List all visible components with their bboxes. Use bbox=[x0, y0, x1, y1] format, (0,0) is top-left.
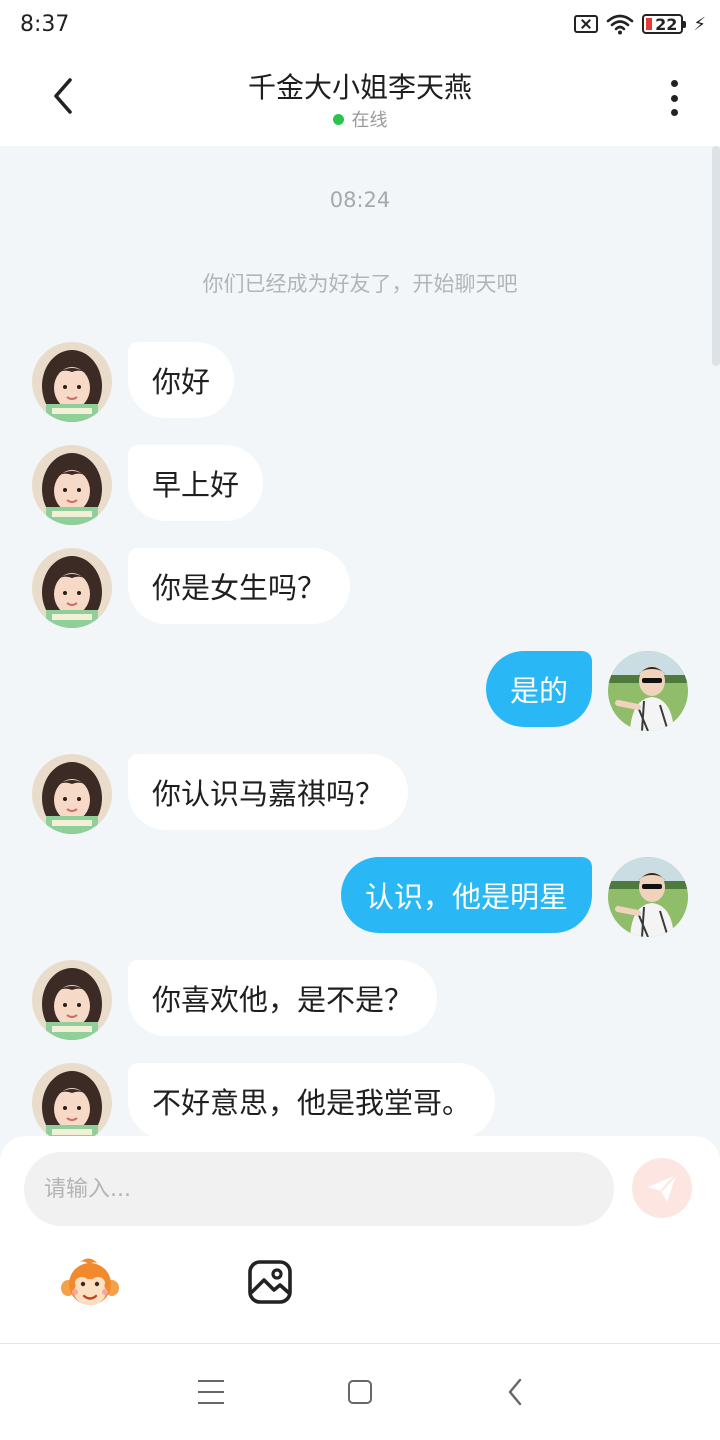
back-icon[interactable] bbox=[500, 1376, 530, 1408]
online-status: 在线 bbox=[0, 106, 720, 132]
chat-header: 千金大小姐李天燕 在线 bbox=[0, 50, 720, 146]
more-dot-icon bbox=[670, 94, 678, 102]
message-timestamp: 08:24 bbox=[329, 188, 391, 212]
message-bubble[interactable]: 认识，他是明星 bbox=[340, 857, 592, 933]
message-bubble[interactable]: 是的 bbox=[485, 651, 592, 727]
menu-line bbox=[198, 1391, 224, 1393]
contact-avatar[interactable] bbox=[32, 754, 112, 834]
monkey-emoji-icon bbox=[61, 1258, 119, 1305]
scrollbar[interactable] bbox=[712, 146, 720, 366]
status-time: 8:37 bbox=[20, 12, 70, 37]
battery-low-fill bbox=[646, 18, 653, 30]
message-input[interactable] bbox=[24, 1152, 614, 1226]
message-row-incoming: 你认识马嘉祺吗？ bbox=[0, 754, 720, 834]
nav-back-chevron-icon bbox=[508, 1378, 522, 1406]
message-row-incoming: 不好意思，他是我堂哥。 bbox=[0, 1063, 720, 1136]
status-bar: 8:37 22 ⚡ bbox=[0, 0, 720, 50]
message-row-incoming: 你好 bbox=[0, 342, 720, 422]
message-row-incoming: 早上好 bbox=[0, 445, 720, 525]
more-dot-icon bbox=[670, 80, 678, 87]
message-row-outgoing: 认识，他是明星 bbox=[0, 857, 720, 937]
emoji-button[interactable] bbox=[60, 1256, 120, 1312]
chat-history[interactable]: 08:24 你们已经成为好友了，开始聊天吧 你好 早上好 你是女生吗？ 是的 你… bbox=[0, 146, 720, 1136]
message-bubble[interactable]: 你喜欢他，是不是？ bbox=[128, 960, 438, 1036]
menu-line bbox=[198, 1402, 224, 1404]
online-status-text: 在线 bbox=[351, 110, 388, 131]
image-icon bbox=[248, 1260, 292, 1304]
message-bubble[interactable]: 你是女生吗？ bbox=[128, 548, 351, 624]
message-bubble[interactable]: 你认识马嘉祺吗？ bbox=[128, 754, 409, 830]
menu-icon[interactable] bbox=[198, 1380, 224, 1404]
message-row-incoming: 你是女生吗？ bbox=[0, 548, 720, 628]
chat-title: 千金大小姐李天燕 bbox=[247, 71, 472, 104]
paper-plane-icon bbox=[648, 1174, 677, 1202]
user-avatar[interactable] bbox=[608, 651, 688, 731]
message-row-incoming: 你喜欢他，是不是？ bbox=[0, 960, 720, 1040]
user-avatar[interactable] bbox=[608, 857, 688, 937]
home-icon[interactable] bbox=[348, 1380, 372, 1404]
message-bubble[interactable]: 你好 bbox=[128, 342, 235, 418]
system-navigation-bar bbox=[0, 1344, 720, 1440]
message-row-outgoing: 是的 bbox=[0, 651, 720, 731]
contact-avatar[interactable] bbox=[32, 1063, 112, 1136]
contact-avatar[interactable] bbox=[32, 342, 112, 422]
status-icons: 22 ⚡ bbox=[574, 13, 706, 35]
send-button[interactable] bbox=[632, 1158, 692, 1218]
charging-icon: ⚡ bbox=[693, 13, 706, 35]
message-bubble[interactable]: 不好意思，他是我堂哥。 bbox=[128, 1063, 496, 1136]
more-dot-icon bbox=[670, 109, 678, 116]
contact-avatar[interactable] bbox=[32, 960, 112, 1040]
contact-avatar[interactable] bbox=[32, 548, 112, 628]
contact-avatar[interactable] bbox=[32, 445, 112, 525]
no-sim-icon bbox=[574, 15, 599, 33]
message-bubble[interactable]: 早上好 bbox=[128, 445, 264, 521]
menu-line bbox=[198, 1380, 224, 1382]
composer-panel bbox=[0, 1136, 720, 1344]
system-message: 你们已经成为好友了，开始聊天吧 bbox=[202, 272, 518, 296]
online-dot bbox=[332, 113, 344, 125]
battery-level: 22 bbox=[655, 14, 678, 34]
image-button[interactable] bbox=[246, 1258, 294, 1306]
more-options-button[interactable] bbox=[658, 78, 690, 118]
battery-indicator: 22 bbox=[642, 14, 687, 34]
wifi-icon bbox=[606, 14, 634, 35]
